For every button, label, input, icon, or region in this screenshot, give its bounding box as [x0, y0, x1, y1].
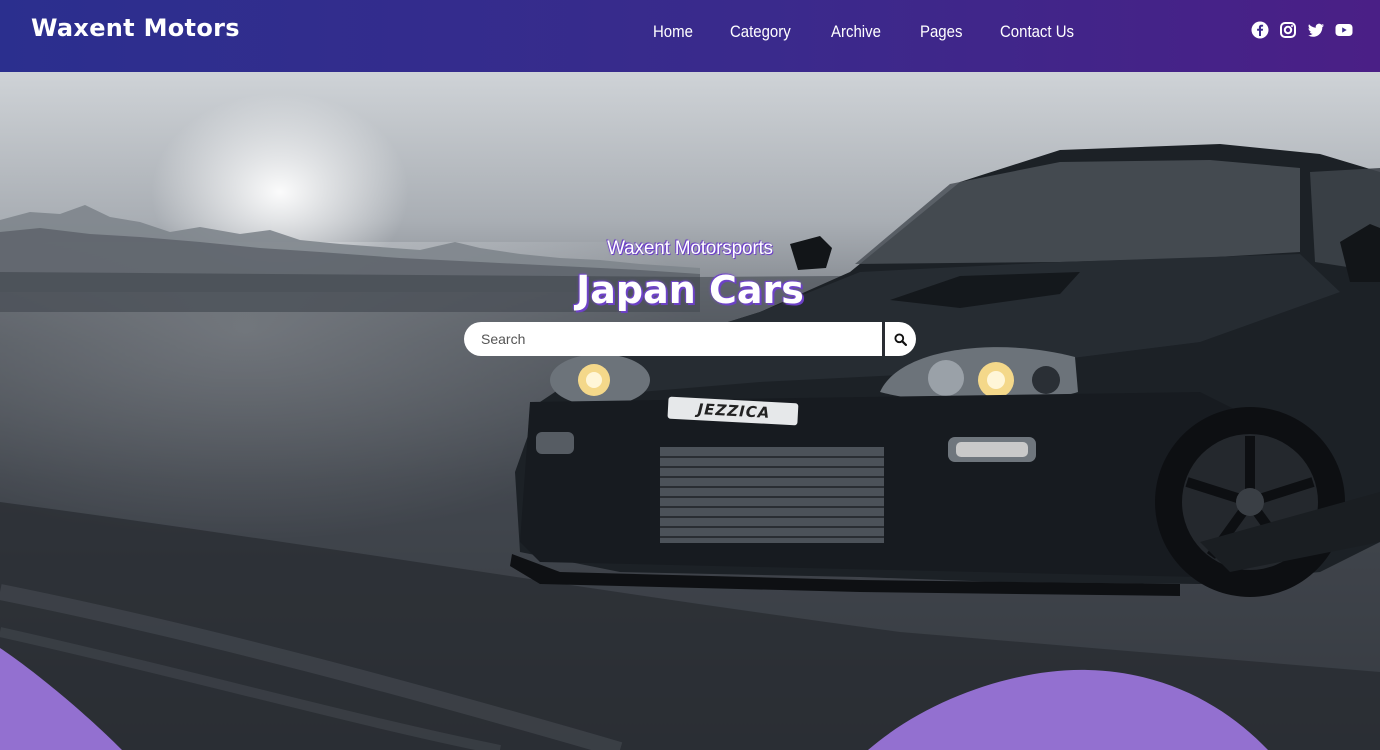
- instagram-icon[interactable]: [1279, 21, 1297, 39]
- facebook-icon[interactable]: [1251, 21, 1269, 39]
- hero-subtitle: Waxent Motorsports: [607, 238, 773, 259]
- nav-home[interactable]: Home: [653, 22, 693, 42]
- hero-banner: JEZZICA Waxent Motorsports Japan Cars: [0, 72, 1380, 750]
- decorative-wave-right: [868, 669, 1268, 750]
- hero-content: Waxent Motorsports Japan Cars: [0, 72, 1380, 750]
- nav-category[interactable]: Category: [730, 22, 791, 42]
- search-input[interactable]: [464, 322, 882, 356]
- search-button[interactable]: [882, 322, 916, 356]
- site-header: Waxent Motors Home Category Archive Page…: [0, 0, 1380, 72]
- social-links: [1251, 21, 1353, 39]
- nav-pages[interactable]: Pages: [920, 22, 962, 42]
- main-nav: Home Category Archive Pages Contact Us: [653, 22, 1116, 42]
- brand-logo[interactable]: Waxent Motors: [31, 14, 240, 42]
- nav-archive[interactable]: Archive: [831, 22, 881, 42]
- youtube-icon[interactable]: [1335, 21, 1353, 39]
- nav-contact-us[interactable]: Contact Us: [1000, 22, 1074, 42]
- twitter-icon[interactable]: [1307, 21, 1325, 39]
- search-icon: [894, 332, 907, 346]
- search-bar: [464, 322, 916, 356]
- hero-title: Japan Cars: [576, 268, 804, 312]
- decorative-wave-left: [0, 648, 122, 750]
